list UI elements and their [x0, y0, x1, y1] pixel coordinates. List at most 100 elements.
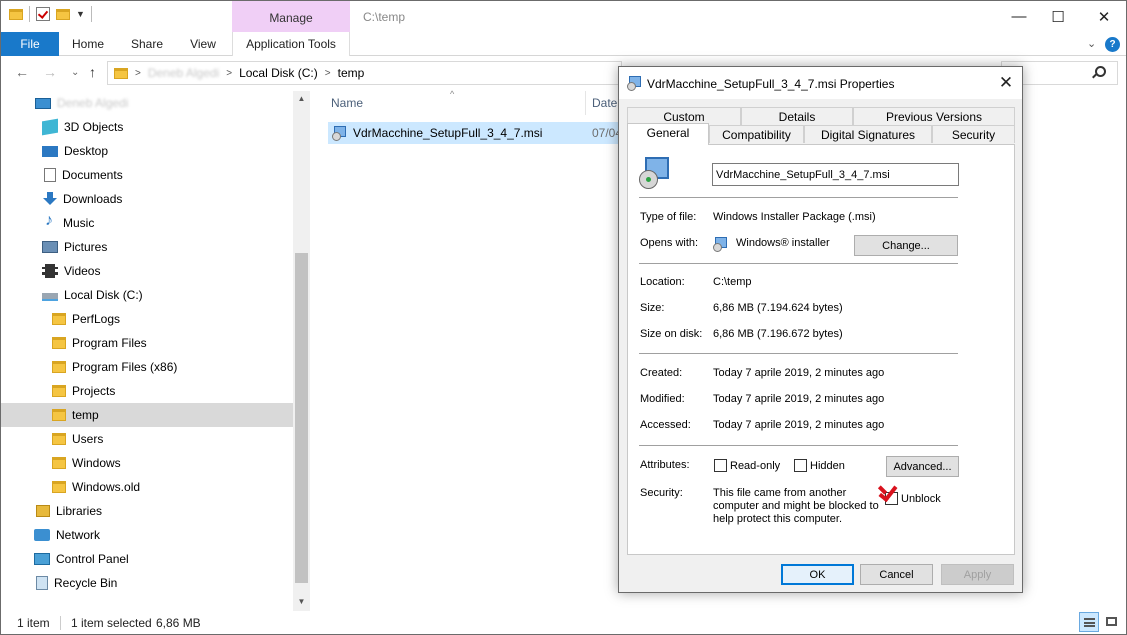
read-only-checkbox[interactable] [714, 459, 727, 472]
sidebar-item-videos[interactable]: Videos [1, 259, 293, 283]
network-icon [34, 529, 50, 541]
item-count: 1 item [17, 616, 50, 630]
sidebar-item-projects[interactable]: Projects [1, 379, 293, 403]
navigation-scrollbar[interactable]: ▲ ▼ [293, 91, 310, 611]
sidebar-item-label: temp [72, 408, 99, 422]
sidebar-item-temp[interactable]: temp [1, 403, 293, 427]
close-button[interactable]: ✕ [1081, 1, 1126, 32]
column-header-name[interactable]: Name [331, 89, 363, 117]
properties-dialog: VdrMacchine_SetupFull_3_4_7.msi Properti… [618, 66, 1023, 593]
msi-installer-icon [627, 75, 643, 91]
details-view-icon [1084, 618, 1095, 627]
maximize-button[interactable]: ☐ [1035, 1, 1081, 32]
address-bar[interactable]: > Deneb Algedi > Local Disk (C:) > temp [107, 61, 622, 85]
scroll-down-icon[interactable]: ▼ [293, 597, 310, 606]
tab-compatibility[interactable]: Compatibility [709, 125, 804, 143]
tab-application-tools[interactable]: Application Tools [232, 32, 350, 56]
customize-toolbar-icon[interactable]: ▼ [76, 9, 85, 19]
tab-general[interactable]: General [627, 123, 709, 145]
help-icon[interactable]: ? [1105, 37, 1120, 52]
folder-icon [9, 8, 23, 20]
ok-button[interactable]: OK [781, 564, 854, 585]
unblock-label[interactable]: Unblock [901, 493, 941, 505]
column-header-date[interactable]: Date [592, 89, 617, 117]
libraries-icon [36, 505, 50, 517]
sidebar-item-program-files-x86[interactable]: Program Files (x86) [1, 355, 293, 379]
forward-arrow-icon[interactable]: → [43, 64, 57, 80]
sidebar-item-perflogs[interactable]: PerfLogs [1, 307, 293, 331]
sidebar-item-program-files[interactable]: Program Files [1, 331, 293, 355]
tab-digital-signatures[interactable]: Digital Signatures [804, 125, 932, 143]
breadcrumb-local-disk[interactable]: Local Disk (C:) [239, 66, 318, 80]
pc-icon [35, 97, 51, 109]
folder-icon [52, 433, 66, 445]
back-arrow-icon[interactable]: ← [15, 64, 29, 80]
folder-icon [52, 361, 66, 373]
advanced-button[interactable]: Advanced... [886, 456, 959, 477]
details-view-button[interactable] [1079, 612, 1099, 632]
sidebar-item-windows[interactable]: Windows [1, 451, 293, 475]
size-on-disk-label: Size on disk: [640, 328, 703, 340]
sidebar-item-label: Users [72, 432, 104, 446]
sidebar-item-control-panel[interactable]: Control Panel [1, 547, 293, 571]
hidden-checkbox[interactable] [794, 459, 807, 472]
read-only-label[interactable]: Read-only [730, 460, 780, 472]
tab-previous-versions[interactable]: Previous Versions [853, 107, 1015, 125]
sidebar-item-label: Windows [72, 456, 121, 470]
tab-details[interactable]: Details [741, 107, 853, 125]
music-icon [45, 212, 57, 230]
tab-security[interactable]: Security [932, 125, 1015, 143]
sidebar-item-local-disk[interactable]: Local Disk (C:) [1, 283, 293, 307]
breadcrumb-computer[interactable]: Deneb Algedi [148, 66, 219, 80]
sidebar-item-downloads[interactable]: Downloads [1, 187, 293, 211]
search-icon[interactable] [1095, 66, 1106, 77]
tab-view[interactable]: View [179, 32, 227, 56]
dialog-close-button[interactable]: ✕ [993, 71, 1019, 95]
column-divider[interactable] [585, 91, 586, 115]
sidebar-item-pictures[interactable]: Pictures [1, 235, 293, 259]
security-label: Security: [640, 487, 683, 499]
sidebar-item-desktop[interactable]: Desktop [1, 139, 293, 163]
up-arrow-icon[interactable]: ↑ [89, 64, 96, 80]
divider [639, 445, 958, 446]
sidebar-item-label: Network [56, 528, 101, 542]
folder-icon [52, 457, 66, 469]
tab-home[interactable]: Home [64, 32, 112, 56]
file-row[interactable]: VdrMacchine_SetupFull_3_4_7.msi [328, 122, 628, 144]
sidebar-item-users[interactable]: Users [1, 427, 293, 451]
breadcrumb-temp[interactable]: temp [338, 66, 365, 80]
sidebar-item-this-pc[interactable]: Deneb Algedi [1, 91, 293, 115]
sidebar-item-libraries[interactable]: Libraries [1, 499, 293, 523]
properties-icon[interactable] [36, 7, 50, 21]
sidebar-item-label: Videos [64, 264, 101, 278]
scrollbar-thumb[interactable] [295, 253, 308, 583]
chevron-down-icon[interactable]: ⌄ [1087, 37, 1096, 50]
sidebar-item-recycle-bin[interactable]: Recycle Bin [1, 571, 293, 595]
tab-file[interactable]: File [1, 32, 59, 56]
sidebar-item-music[interactable]: Music [1, 211, 293, 235]
cancel-button[interactable]: Cancel [860, 564, 933, 585]
type-label: Type of file: [640, 211, 697, 223]
new-folder-icon[interactable] [56, 8, 70, 20]
sidebar-item-label: Desktop [64, 144, 109, 158]
sidebar-item-windows-old[interactable]: Windows.old [1, 475, 293, 499]
sidebar-item-3d-objects[interactable]: 3D Objects [1, 115, 293, 139]
dialog-title: VdrMacchine_SetupFull_3_4_7.msi Properti… [647, 77, 895, 91]
sidebar-item-network[interactable]: Network [1, 523, 293, 547]
tab-share[interactable]: Share [123, 32, 171, 56]
scroll-up-icon[interactable]: ▲ [293, 94, 310, 103]
large-icons-view-button[interactable] [1102, 612, 1122, 632]
apply-button[interactable]: Apply [941, 564, 1014, 585]
pictures-icon [42, 241, 58, 253]
modified-value: Today 7 aprile 2019, 2 minutes ago [713, 393, 885, 405]
manage-tab-label[interactable]: Manage [232, 11, 350, 25]
recent-locations-icon[interactable]: ⌄ [71, 67, 79, 78]
change-button[interactable]: Change... [854, 235, 958, 256]
sidebar-item-documents[interactable]: Documents [1, 163, 293, 187]
hidden-label[interactable]: Hidden [810, 460, 845, 472]
msi-installer-icon [332, 125, 348, 141]
breadcrumb-separator: > [226, 67, 233, 79]
toolbar-divider [90, 6, 92, 22]
sidebar-item-label: Libraries [56, 504, 103, 518]
file-name-field[interactable] [712, 163, 959, 186]
